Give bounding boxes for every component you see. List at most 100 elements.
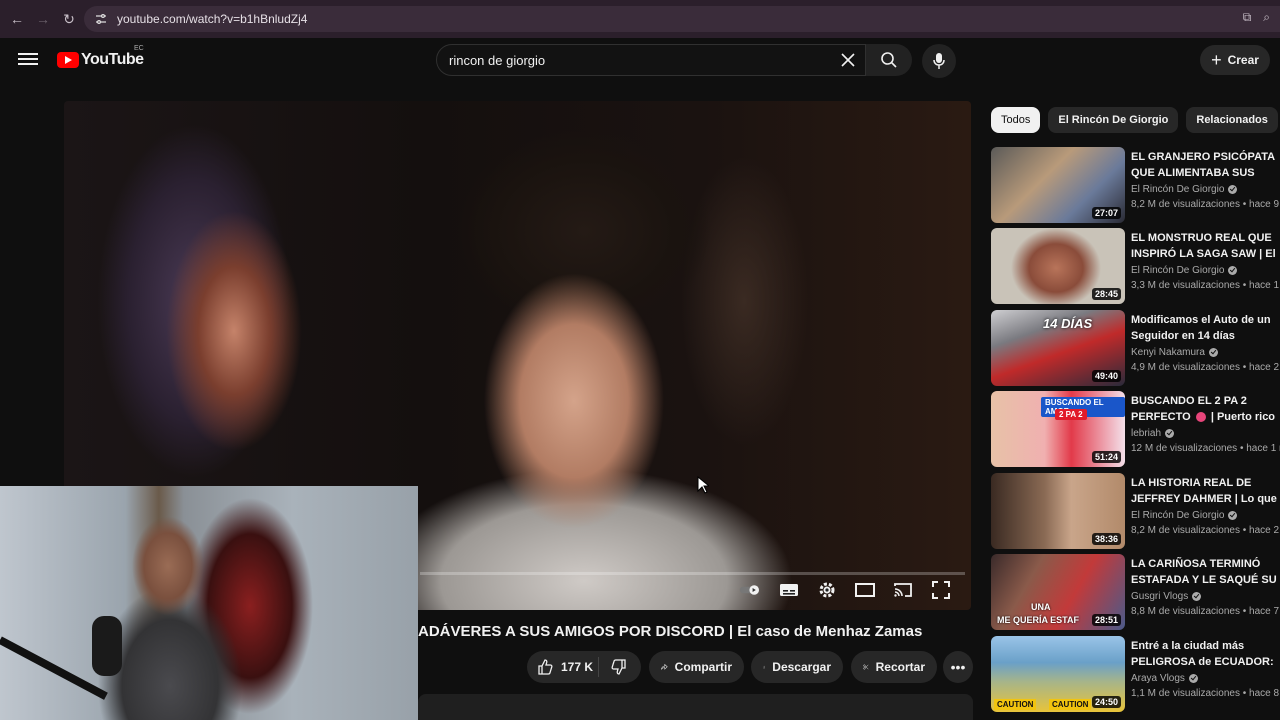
video-thumbnail[interactable]: UNA ME QUERÍA ESTAF 28:51	[991, 554, 1125, 630]
chip-related[interactable]: Relacionados	[1186, 107, 1278, 133]
video-thumbnail[interactable]: 27:07	[991, 147, 1125, 223]
channel-name[interactable]: Araya Vlogs	[1131, 673, 1185, 684]
video-thumbnail[interactable]: 28:45	[991, 228, 1125, 304]
cast-icon[interactable]	[891, 580, 915, 600]
video-thumbnail[interactable]: 38:36	[991, 473, 1125, 549]
autoplay-toggle-icon[interactable]	[739, 580, 763, 600]
clip-button[interactable]: Recortar	[851, 651, 937, 683]
thumbnail-overlay-text: 14 DÍAS	[1043, 316, 1093, 331]
theater-mode-icon[interactable]	[853, 580, 877, 600]
video-title: ADÁVERES A SUS AMIGOS POR DISCORD | El c…	[418, 623, 923, 640]
more-actions-button[interactable]: •••	[943, 651, 973, 683]
video-thumbnail[interactable]: 14 DÍAS 49:40	[991, 310, 1125, 386]
chip-channel[interactable]: El Rincón De Giorgio	[1048, 107, 1179, 133]
filter-chips: Todos El Rincón De Giorgio Relacionados	[991, 107, 1278, 133]
settings-gear-icon[interactable]	[815, 580, 839, 600]
youtube-play-icon	[57, 52, 79, 68]
verified-icon	[1208, 348, 1218, 357]
video-duration: 27:07	[1091, 207, 1121, 219]
share-button[interactable]: Compartir	[649, 651, 744, 683]
player-controls	[711, 570, 971, 610]
recommendation-title[interactable]: EL GRANJERO PSICÓPATA QUE ALIMENTABA SUS…	[1131, 149, 1280, 181]
install-app-icon[interactable]: ⧉	[1243, 10, 1252, 25]
browser-toolbar: ← → ↻ youtube.com/watch?v=b1hBnludZj4 ⧉ …	[0, 0, 1280, 38]
scissors-icon	[863, 664, 869, 670]
forward-icon[interactable]: →	[30, 6, 56, 32]
title-text: | Puerto rico	[1210, 411, 1276, 423]
thumbnail-overlay-text: 2 PA 2	[1055, 409, 1087, 420]
channel-name[interactable]: Kenyi Nakamura	[1131, 347, 1205, 358]
video-duration: 28:45	[1091, 288, 1121, 300]
recommendation-item[interactable]: 14 DÍAS 49:40 Modificamos el Auto de un …	[991, 310, 1280, 386]
verified-icon	[1192, 592, 1202, 601]
recommendation-item[interactable]: 28:45 EL MONSTRUO REAL QUE INSPIRÓ LA SA…	[991, 228, 1280, 304]
search-icon	[881, 52, 897, 68]
recommendation-title[interactable]: BUSCANDO EL 2 PA 2 PERFECTO | Puerto ric…	[1131, 393, 1280, 425]
microphone-icon	[933, 53, 945, 69]
streamer-microphone	[92, 616, 122, 676]
clear-search-icon[interactable]	[839, 51, 857, 69]
verified-icon	[1228, 266, 1238, 275]
fullscreen-icon[interactable]	[929, 580, 953, 600]
channel-name[interactable]: El Rincón De Giorgio	[1131, 184, 1224, 195]
chip-all[interactable]: Todos	[991, 107, 1041, 133]
share-icon	[661, 663, 668, 670]
create-label: Crear	[1227, 53, 1259, 67]
mouse-cursor-icon	[697, 476, 709, 494]
channel-name[interactable]: lebriah	[1131, 428, 1161, 439]
channel-name[interactable]: Gusgri Vlogs	[1131, 591, 1188, 602]
recommendation-item[interactable]: 38:36 LA HISTORIA REAL DE JEFFREY DAHMER…	[991, 473, 1280, 549]
verified-icon	[1228, 185, 1238, 194]
voice-search-button[interactable]	[922, 44, 956, 78]
recommendation-item[interactable]: UNA ME QUERÍA ESTAF 28:51 LA CARIÑOSA TE…	[991, 554, 1280, 630]
search-input[interactable]: rincon de giorgio	[436, 44, 866, 76]
like-button[interactable]: 177 K	[527, 657, 599, 677]
recommendation-item[interactable]: 27:07 EL GRANJERO PSICÓPATA QUE ALIMENTA…	[991, 147, 1280, 223]
heart-eyes-emoji-icon	[1195, 412, 1206, 423]
download-button[interactable]: Descargar	[751, 651, 843, 683]
back-icon[interactable]: ←	[4, 6, 30, 32]
video-duration: 24:50	[1091, 696, 1121, 708]
thumbnail-overlay-text: CAUTION	[994, 699, 1037, 710]
youtube-logo[interactable]: YouTube EC	[57, 45, 144, 69]
reload-icon[interactable]: ↻	[56, 6, 82, 32]
video-duration: 49:40	[1091, 370, 1121, 382]
recommendation-title[interactable]: LA HISTORIA REAL DE JEFFREY DAHMER | Lo …	[1131, 475, 1280, 507]
recommendation-item[interactable]: CAUTION CAUTION 24:50 Entré a la ciudad …	[991, 636, 1280, 712]
verified-icon	[1228, 511, 1238, 520]
video-thumbnail[interactable]: CAUTION CAUTION 24:50	[991, 636, 1125, 712]
address-bar[interactable]: youtube.com/watch?v=b1hBnludZj4	[84, 6, 1280, 32]
description-box[interactable]	[418, 694, 973, 720]
recommendation-title[interactable]: LA CARIÑOSA TERMINÓ ESTAFADA Y LE SAQUÉ …	[1131, 556, 1280, 588]
clip-label: Recortar	[875, 660, 925, 674]
logo-text: YouTube	[81, 51, 144, 68]
streamer-webcam	[0, 486, 418, 720]
dislike-button[interactable]	[599, 659, 639, 675]
video-metadata: 8,2 M de visualizaciones • hace 2 s	[1131, 525, 1280, 536]
recommendation-item[interactable]: BUSCANDO EL AMOR 2 PA 2 51:24 BUSCANDO E…	[991, 391, 1280, 467]
menu-icon[interactable]	[18, 50, 38, 70]
thumbnail-overlay-text: ME QUERÍA ESTAF	[997, 615, 1080, 625]
download-icon	[763, 665, 766, 669]
site-settings-icon[interactable]	[94, 12, 108, 26]
channel-name[interactable]: El Rincón De Giorgio	[1131, 265, 1224, 276]
channel-name[interactable]: El Rincón De Giorgio	[1131, 510, 1224, 521]
video-metadata: 4,9 M de visualizaciones • hace 2 s	[1131, 362, 1280, 373]
subtitles-icon[interactable]	[777, 580, 801, 600]
recommendation-title[interactable]: Entré a la ciudad más PELIGROSA de ECUAD…	[1131, 638, 1280, 670]
thumbs-down-icon	[611, 659, 626, 675]
create-button[interactable]: + Crear	[1200, 45, 1270, 75]
verified-icon	[1165, 429, 1175, 438]
like-count: 177 K	[561, 660, 594, 674]
video-thumbnail[interactable]: BUSCANDO EL AMOR 2 PA 2 51:24	[991, 391, 1125, 467]
search-button[interactable]	[866, 44, 912, 76]
video-duration: 38:36	[1091, 533, 1121, 545]
zoom-icon[interactable]: ⌕	[1263, 10, 1270, 25]
thumbs-up-icon	[538, 659, 553, 675]
video-metadata: 1,1 M de visualizaciones • hace 8 d	[1131, 688, 1280, 699]
url-text: youtube.com/watch?v=b1hBnludZj4	[117, 12, 308, 26]
recommendation-title[interactable]: Modificamos el Auto de un Seguidor en 14…	[1131, 312, 1280, 344]
like-dislike-group: 177 K	[527, 651, 641, 683]
video-duration: 51:24	[1091, 451, 1121, 463]
recommendation-title[interactable]: EL MONSTRUO REAL QUE INSPIRÓ LA SAGA SAW…	[1131, 230, 1280, 262]
